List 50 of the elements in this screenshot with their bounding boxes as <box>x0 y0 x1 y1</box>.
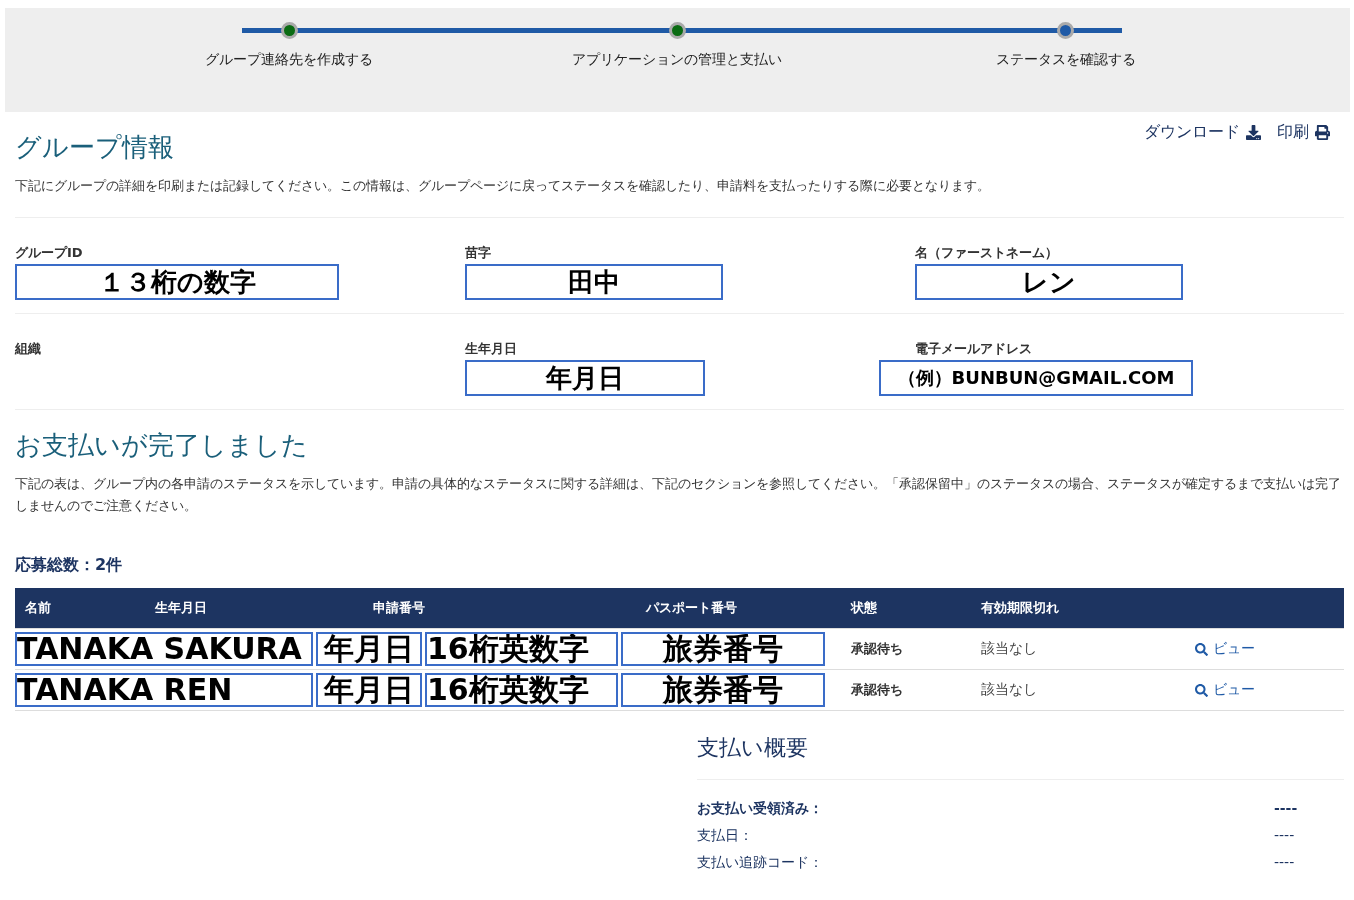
redaction-box: 年月日 <box>465 360 705 396</box>
redaction-box: 旅券番号 <box>621 632 825 666</box>
summary-title: 支払い概要 <box>697 733 1344 780</box>
redaction-box: レン <box>915 264 1183 300</box>
redaction-box: TANAKA SAKURA <box>15 632 313 666</box>
field-label: 組織 <box>15 340 42 358</box>
application-count: 応募総数：2件 <box>15 555 124 576</box>
column-header: 状態 <box>851 599 878 617</box>
summary-label: 支払日： <box>697 827 754 845</box>
redaction-box: 旅券番号 <box>621 673 825 707</box>
description: 下記にグループの詳細を印刷または記録してください。この情報は、グループページに戻ってステータスを確認したり、申請料を支払ったりする際に必要となります。 <box>15 177 991 195</box>
status-cell-text: 承認待ち <box>850 640 904 658</box>
print-icon <box>1315 125 1330 140</box>
summary-value: ---- <box>1274 827 1296 845</box>
status-cell-text: 承認待ち <box>850 681 904 699</box>
summary-label: 支払い追跡コード： <box>697 854 824 872</box>
column-header: パスポート番号 <box>646 599 738 617</box>
redaction-box: 田中 <box>465 264 723 300</box>
download-icon <box>1246 125 1261 140</box>
column-header: 有効期限切れ <box>981 599 1060 617</box>
search-icon <box>1195 642 1208 656</box>
step-label: ステータスを確認する <box>995 51 1136 69</box>
step-label: グループ連絡先を作成する <box>205 51 374 69</box>
column-header: 申請番号 <box>373 599 426 617</box>
expiry-cell-text: 該当なし <box>980 681 1038 699</box>
redaction-box: （例）BUNBUN@GMAIL.COM <box>879 360 1193 396</box>
field-label: 苗字 <box>465 244 492 262</box>
expiry-cell-text: 該当なし <box>980 640 1038 658</box>
summary-value: ---- <box>1274 854 1296 872</box>
step-label: アプリケーションの管理と支払い <box>572 51 783 69</box>
summary-label: お支払い受領済み： <box>697 800 824 818</box>
section-title: グループ情報 <box>15 131 174 164</box>
redaction-box: １３桁の数字 <box>15 264 339 300</box>
redaction-box: 年月日 <box>316 632 422 666</box>
section-title: お支払いが完了しました <box>15 429 309 462</box>
field-label: 電子メールアドレス <box>915 340 1033 358</box>
print-link[interactable]: 印刷 <box>1277 122 1330 143</box>
redaction-box: 年月日 <box>316 673 422 707</box>
column-header: 生年月日 <box>155 599 208 617</box>
field-label: 生年月日 <box>465 340 518 358</box>
download-link[interactable]: ダウンロード <box>1144 122 1261 143</box>
view-link[interactable]: ビュー <box>1181 640 1344 658</box>
field-label: グループID <box>15 244 84 262</box>
redaction-box: TANAKA REN <box>15 673 313 707</box>
view-link[interactable]: ビュー <box>1181 681 1344 699</box>
summary-value: ---- <box>1274 800 1299 818</box>
description: 下記の表は、グループ内の各申請のステータスを示しています。申請の具体的なステータスに関する詳細は、下記のセクションを参照してください。「承認保留中」のステータスの場合、ステータスが確定するまで支払いは完了しませんのでご注意ください。 <box>15 475 1342 515</box>
column-header: 名前 <box>25 599 52 617</box>
field-label: 名（ファーストネーム） <box>915 244 1059 262</box>
search-icon <box>1195 683 1208 697</box>
